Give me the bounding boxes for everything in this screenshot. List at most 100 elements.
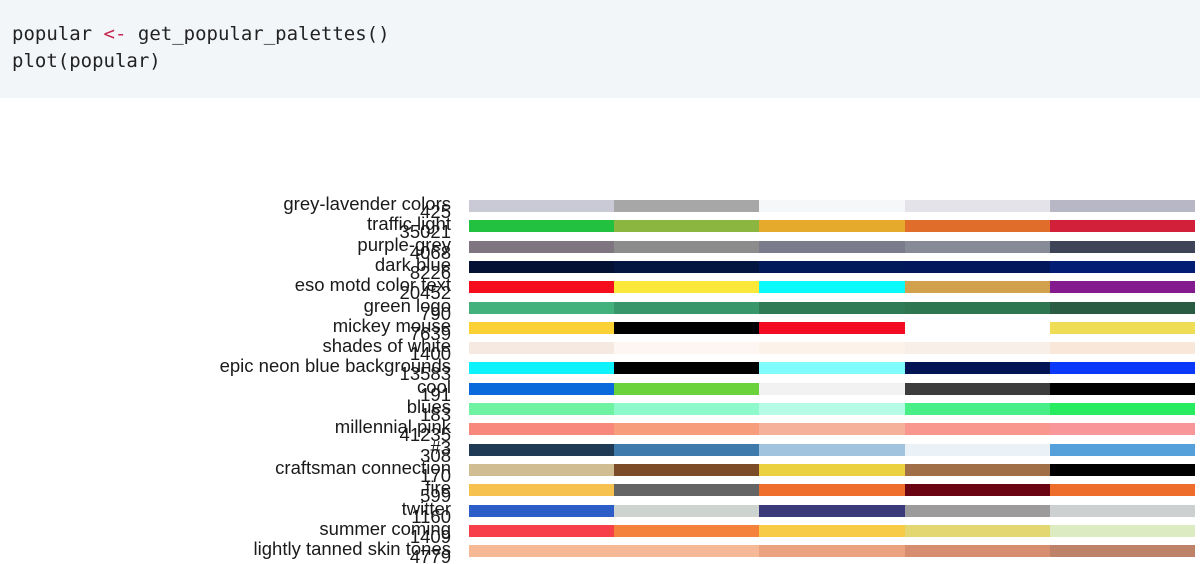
color-swatch [904, 301, 1050, 314]
color-swatch [469, 362, 615, 375]
color-swatch [614, 545, 760, 558]
color-swatch [759, 342, 905, 355]
color-swatch [1049, 220, 1196, 233]
color-swatch [759, 403, 905, 415]
palette-swatches [469, 524, 1196, 537]
palette-swatches [469, 362, 1196, 375]
color-swatch [614, 220, 760, 233]
palette-row: green logo 790 [0, 295, 1200, 324]
color-swatch [614, 524, 760, 537]
color-swatch [469, 484, 615, 497]
color-swatch [469, 443, 615, 456]
color-swatch [1049, 504, 1196, 517]
color-swatch [904, 200, 1050, 212]
color-swatch [614, 240, 760, 253]
color-swatch [614, 200, 760, 212]
color-swatch [469, 301, 615, 314]
color-swatch [759, 200, 905, 212]
color-swatch [614, 301, 760, 314]
palette-swatches [469, 484, 1196, 497]
color-swatch [759, 240, 905, 253]
palette-swatches [469, 220, 1196, 233]
palette-row: cool 191 [0, 376, 1200, 405]
palette-swatches [469, 342, 1196, 355]
code-variable: popular [12, 23, 93, 45]
color-swatch [469, 240, 615, 253]
code-call: get_popular_palettes() [137, 23, 390, 45]
palette-row: traffic light 35021 [0, 213, 1200, 242]
assignment-operator: <- [103, 23, 127, 45]
palette-swatches [469, 545, 1196, 558]
color-swatch [614, 484, 760, 497]
color-swatch [469, 403, 615, 415]
palette-swatches [469, 321, 1196, 334]
color-swatch [904, 382, 1050, 395]
palette-swatches [469, 443, 1196, 456]
color-swatch [759, 545, 905, 558]
color-swatch [904, 423, 1050, 436]
palette-row: #3 308 [0, 437, 1200, 466]
color-swatch [469, 260, 615, 273]
color-swatch [1049, 403, 1196, 415]
color-swatch [614, 423, 760, 436]
color-swatch [904, 463, 1050, 476]
palette-row: fire 599 [0, 477, 1200, 506]
palette-row: millennial pink 41235 [0, 416, 1200, 445]
color-swatch [1049, 463, 1196, 476]
color-swatch [1049, 281, 1196, 294]
color-swatch [1049, 260, 1196, 273]
palette-swatches [469, 240, 1196, 253]
palette-swatches [469, 382, 1196, 395]
color-swatch [614, 504, 760, 517]
color-swatch [904, 321, 1050, 334]
color-swatch [469, 545, 615, 558]
color-swatch [469, 321, 615, 334]
color-swatch [759, 220, 905, 233]
palette-row: purple-grey 4068 [0, 234, 1200, 263]
color-swatch [469, 504, 615, 517]
color-swatch [1049, 423, 1196, 436]
palette-swatches [469, 281, 1196, 294]
color-swatch [469, 382, 615, 395]
palette-swatches [469, 301, 1196, 314]
color-swatch [614, 281, 760, 294]
color-swatch [904, 484, 1050, 497]
color-swatch [904, 240, 1050, 253]
color-swatch [759, 260, 905, 273]
color-swatch [1049, 443, 1196, 456]
color-swatch [759, 321, 905, 334]
color-swatch [904, 545, 1050, 558]
color-swatch [614, 382, 760, 395]
color-swatch [759, 423, 905, 436]
color-swatch [1049, 342, 1196, 355]
color-swatch [759, 382, 905, 395]
palette-row: dark blue 8226 [0, 254, 1200, 283]
palette-row: eso motd color text 20452 [0, 274, 1200, 303]
color-swatch [1049, 200, 1196, 212]
palette-row: lightly tanned skin tones 4779 [0, 538, 1200, 564]
code-line-2: plot(popular) [12, 50, 161, 72]
palette-row: twitter 1160 [0, 498, 1200, 527]
color-swatch [759, 362, 905, 375]
color-swatch [614, 321, 760, 334]
color-swatch [1049, 240, 1196, 253]
color-swatch [469, 220, 615, 233]
palette-row: blues 183 [0, 396, 1200, 425]
color-swatch [469, 342, 615, 355]
color-swatch [614, 443, 760, 456]
color-swatch [1049, 382, 1196, 395]
palette-swatches [469, 260, 1196, 273]
color-swatch [614, 260, 760, 273]
color-swatch [904, 524, 1050, 537]
color-swatch [904, 342, 1050, 355]
palette-row: summer coming 1409 [0, 518, 1200, 547]
color-swatch [469, 524, 615, 537]
palette-count: 4779 [409, 546, 451, 564]
color-swatch [1049, 301, 1196, 314]
color-swatch [759, 463, 905, 476]
code-line-1: popular <- get_popular_palettes() [12, 21, 390, 47]
color-swatch [614, 342, 760, 355]
code-block: popular <- get_popular_palettes() plot(p… [0, 0, 1200, 98]
color-swatch [904, 220, 1050, 233]
palette-row: craftsman connection 170 [0, 457, 1200, 486]
